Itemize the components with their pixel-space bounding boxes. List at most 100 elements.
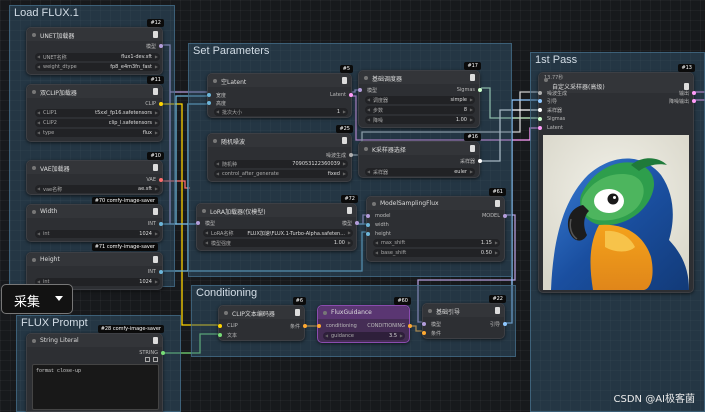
width-int-widget[interactable]: int1024 <box>35 230 160 238</box>
node-id-badge: #28 comfy-image-saver <box>97 325 164 333</box>
input-sampler[interactable]: 采样器 <box>538 107 599 114</box>
node-width[interactable]: Width INT int1024 #71 comfy-image-saver <box>26 204 163 251</box>
clip1-widget[interactable]: CLIP1t5xxl_fp16.safetensors <box>35 109 160 117</box>
seed-widget[interactable]: 随机种709053122360039 <box>214 160 348 168</box>
node-id-badge: #17 <box>464 62 481 70</box>
batch-size-widget[interactable]: 批次大小1 <box>214 108 348 116</box>
guidance-widget[interactable]: guidance3.5 <box>323 332 405 340</box>
document-icon[interactable] <box>470 145 475 152</box>
output-latent[interactable]: Latent <box>288 92 353 99</box>
input-model[interactable]: 模型 <box>196 220 247 227</box>
output-vae[interactable]: VAE <box>87 177 163 184</box>
output-denoised[interactable]: 降噪输出 <box>629 98 696 105</box>
output-conditioning[interactable]: 条件 <box>264 323 307 330</box>
sampler-name-widget[interactable]: 采样器euler <box>365 168 475 176</box>
document-icon[interactable] <box>153 164 158 171</box>
input-height[interactable]: height <box>366 231 417 238</box>
input-text[interactable]: 文本 <box>218 332 259 339</box>
node-random-noise[interactable]: 随机噪波 #25 噪波生成 随机种709053122360039 control… <box>207 125 353 182</box>
parrot-preview-image[interactable] <box>543 135 689 290</box>
node-title: 基础引导 <box>423 304 504 317</box>
copy-icon[interactable] <box>145 357 150 362</box>
node-id-badge: #16 <box>464 133 481 141</box>
lora-name-widget[interactable]: LoRA名称FLUX加速\FLUX.1-Turbo-Alpha.safeten.… <box>203 229 353 237</box>
node-title: CLIP文本编码器 <box>219 306 304 319</box>
output-guider[interactable]: 引导 <box>463 321 507 328</box>
output-model[interactable]: 模型 <box>297 220 359 227</box>
weight-dtype-widget[interactable]: weight_dtypefp8_e4m3fn_fast <box>35 63 160 71</box>
document-icon[interactable] <box>495 307 500 314</box>
steps-widget[interactable]: 步数8 <box>365 106 475 114</box>
output-output[interactable]: 输出 <box>629 90 696 97</box>
output-noise[interactable]: 噪波生成 <box>288 152 353 159</box>
output-clip[interactable]: CLIP <box>87 101 163 108</box>
node-title: 随机噪波 <box>208 134 351 147</box>
input-model[interactable]: 模型 <box>358 87 409 94</box>
string-textarea[interactable]: format close-up <box>32 364 159 410</box>
output-sampler[interactable]: 采样器 <box>419 158 482 165</box>
vae-name-widget[interactable]: vae名称ae.sft <box>35 185 160 193</box>
document-icon[interactable] <box>342 137 347 144</box>
input-width[interactable]: width <box>366 222 417 229</box>
denoise-widget[interactable]: 降噪1.00 <box>365 116 475 124</box>
output-model[interactable]: MODEL <box>447 213 507 220</box>
node-unet-loader[interactable]: UNET加载器 #12 模型 UNET名称flux1-dev.sft weigh… <box>26 19 164 75</box>
unet-name-widget[interactable]: UNET名称flux1-dev.sft <box>35 53 160 61</box>
input-clip[interactable]: CLIP <box>218 323 259 330</box>
control-after-generate-widget[interactable]: control_after_generatefixed <box>214 170 348 178</box>
node-id-badge: #61 <box>489 188 506 196</box>
node-vae-loader[interactable]: VAE加载器 #10 VAE vae名称ae.sft #70 comfy-ima… <box>26 152 164 205</box>
output-string[interactable]: STRING <box>87 350 165 357</box>
clip-type-widget[interactable]: typeflux <box>35 129 160 137</box>
scheduler-widget[interactable]: 调度器simple <box>365 96 475 104</box>
node-string-literal[interactable]: String Literal #28 comfy-image-saver STR… <box>26 325 165 412</box>
document-icon[interactable] <box>153 208 158 215</box>
input-model[interactable]: 模型 <box>422 321 463 328</box>
document-icon[interactable] <box>153 337 158 344</box>
node-title: Width <box>27 205 162 218</box>
node-flux-guidance[interactable]: FluxGuidance #60 conditioning CONDITIONI… <box>317 297 412 343</box>
output-sigmas[interactable]: Sigmas <box>419 87 482 94</box>
group-title: FLUX Prompt <box>21 317 88 329</box>
output-int[interactable]: INT <box>87 269 163 276</box>
output-int[interactable]: INT <box>87 221 163 228</box>
max-shift-widget[interactable]: max_shift1.15 <box>373 239 500 247</box>
group-title: Conditioning <box>196 287 258 299</box>
document-icon[interactable] <box>295 309 300 316</box>
document-icon[interactable] <box>153 88 158 95</box>
input-width[interactable]: 宽度 <box>207 92 268 99</box>
node-basic-guider[interactable]: 基础引导 #22 模型 条件 引导 <box>422 295 507 339</box>
node-basic-scheduler[interactable]: 基础调度器 #17 模型 Sigmas 调度器simple 步数8 降噪1.00 <box>358 62 482 128</box>
document-icon[interactable] <box>347 207 352 214</box>
node-id-badge: #60 <box>394 297 411 305</box>
document-icon[interactable] <box>470 74 475 81</box>
model-strength-widget[interactable]: 模型强度1.00 <box>203 239 353 247</box>
document-icon[interactable] <box>684 83 689 90</box>
node-empty-latent[interactable]: 空Latent #5 宽度 高度 Latent 批次大小1 <box>207 65 353 118</box>
input-sigmas[interactable]: Sigmas <box>538 116 599 123</box>
node-dual-clip-loader[interactable]: 双CLIP加载器 #11 CLIP CLIP1t5xxl_fp16.safete… <box>26 76 164 142</box>
output-conditioning[interactable]: CONDITIONING <box>358 323 412 330</box>
input-model[interactable]: model <box>366 213 417 220</box>
settings-icon[interactable] <box>153 357 158 362</box>
collect-dropdown[interactable]: 采集 <box>1 284 73 314</box>
node-clip-text-encode[interactable]: CLIP文本编码器 #6 CLIP 文本 条件 <box>218 297 307 341</box>
node-title: LoRA加载器(仅模型) <box>197 204 356 217</box>
input-height[interactable]: 高度 <box>207 100 268 107</box>
node-sampler-custom-advanced[interactable]: 13.77秒 自定义采样器(高级) #13 噪波生成 引导 采样器 Sigmas… <box>538 64 696 293</box>
clip2-widget[interactable]: CLIP2clip_l.safetensors <box>35 119 160 127</box>
output-model[interactable]: 模型 <box>87 43 163 50</box>
document-icon[interactable] <box>153 256 158 263</box>
node-model-sampling-flux[interactable]: ModelSamplingFlux #61 model width height… <box>366 188 507 262</box>
node-ksampler-select[interactable]: K采样器选择 #16 采样器 采样器euler <box>358 133 482 178</box>
node-id-badge: #5 <box>339 65 353 73</box>
document-icon[interactable] <box>153 31 158 38</box>
base-shift-widget[interactable]: base_shift0.50 <box>373 249 500 257</box>
document-icon[interactable] <box>495 200 500 207</box>
document-icon[interactable] <box>342 77 347 84</box>
input-latent[interactable]: Latent <box>538 125 599 132</box>
input-noise[interactable]: 噪波生成 <box>538 90 599 97</box>
node-lora-loader[interactable]: LoRA加载器(仅模型) #72 模型 模型 LoRA名称FLUX加速\FLUX… <box>196 195 359 251</box>
input-guider[interactable]: 引导 <box>538 98 599 105</box>
input-conditioning[interactable]: 条件 <box>422 330 463 337</box>
